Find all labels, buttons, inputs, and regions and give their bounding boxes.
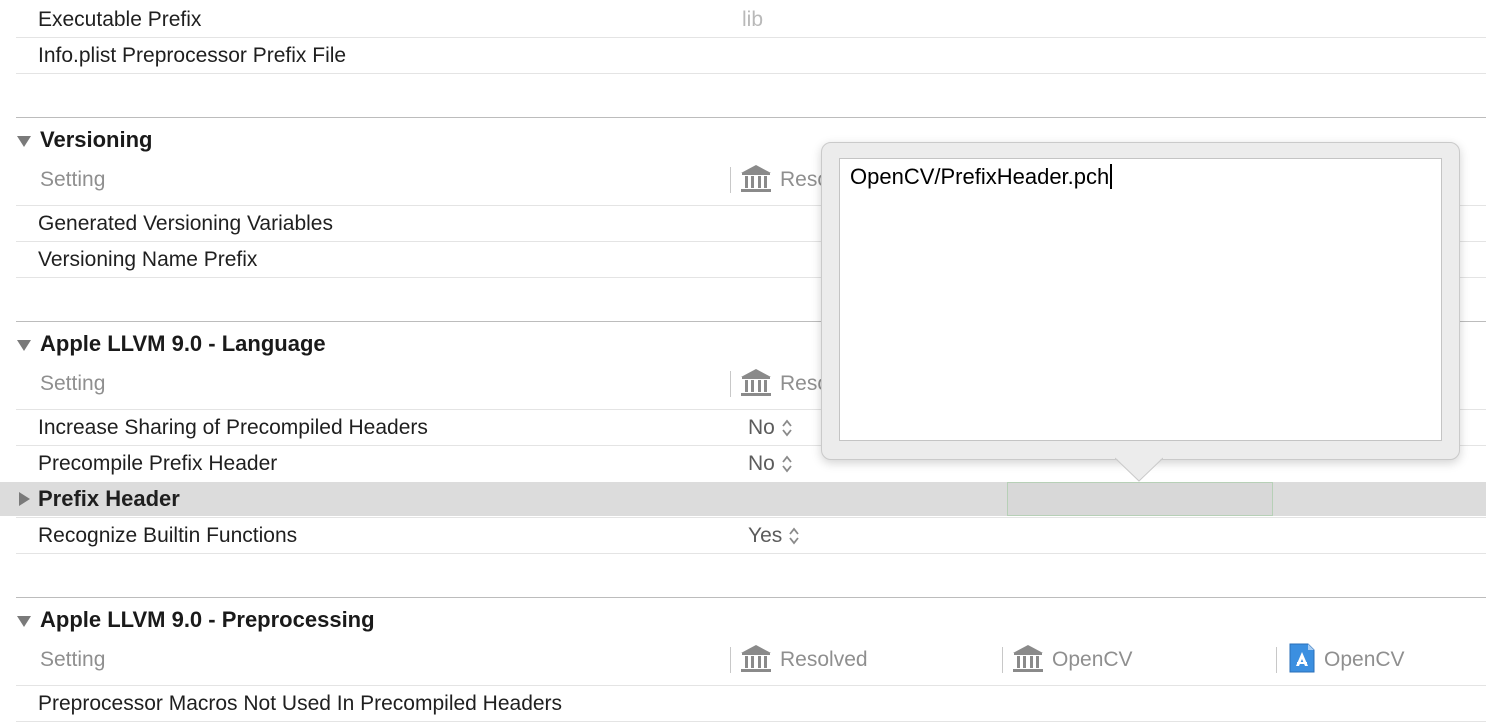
section-divider — [16, 597, 1486, 598]
text-caret — [1110, 164, 1113, 189]
column-separator — [730, 647, 731, 673]
setting-value-popup[interactable]: No — [748, 446, 793, 482]
setting-value-text: Yes — [748, 524, 783, 547]
setting-label: Executable Prefix — [38, 8, 202, 31]
popover-arrow — [1115, 457, 1163, 482]
column-header-resolved: Resolved — [780, 648, 868, 671]
prefix-header-popover: OpenCV/PrefixHeader.pch — [821, 142, 1460, 460]
setting-label: Precompile Prefix Header — [38, 452, 278, 475]
column-header-setting: Setting — [40, 372, 106, 395]
prefix-header-text-editor[interactable]: OpenCV/PrefixHeader.pch — [839, 158, 1442, 441]
setting-value-text: No — [748, 416, 775, 439]
section-divider — [16, 117, 1486, 118]
setting-value: lib — [742, 8, 764, 31]
resolved-building-icon — [741, 165, 771, 192]
disclosure-triangle-down-icon[interactable] — [16, 613, 32, 629]
section-title-llvm-preprocessing: Apple LLVM 9.0 - Preprocessing — [40, 607, 375, 632]
disclosure-triangle-right-icon[interactable] — [16, 491, 32, 507]
column-separator — [730, 371, 731, 397]
column-separator — [1002, 647, 1003, 673]
row-divider — [16, 721, 1486, 722]
setting-value-text: No — [748, 452, 775, 475]
column-separator — [730, 167, 731, 193]
section-title-versioning: Versioning — [40, 127, 153, 152]
project-building-icon — [1013, 645, 1043, 672]
section-title-llvm-language: Apple LLVM 9.0 - Language — [40, 331, 326, 356]
setting-row-recognize-builtin-functions[interactable]: Recognize Builtin Functions Yes — [0, 518, 1486, 554]
setting-label: Increase Sharing of Precompiled Headers — [38, 416, 428, 439]
setting-label: Prefix Header — [38, 486, 180, 511]
setting-label: Info.plist Preprocessor Prefix File — [38, 44, 347, 67]
setting-label: Versioning Name Prefix — [38, 248, 258, 271]
disclosure-triangle-down-icon[interactable] — [16, 133, 32, 149]
setting-row-info-plist-prefix-file[interactable]: Info.plist Preprocessor Prefix File — [0, 38, 1486, 74]
disclosure-triangle-down-icon[interactable] — [16, 337, 32, 353]
target-app-icon — [1289, 643, 1315, 673]
resolved-building-icon — [741, 645, 771, 672]
up-down-chevron-icon — [789, 528, 799, 545]
up-down-chevron-icon — [782, 456, 792, 473]
setting-value-popup[interactable]: Yes — [748, 518, 800, 554]
prefix-header-text: OpenCV/PrefixHeader.pch — [850, 164, 1110, 189]
row-divider — [16, 553, 1486, 554]
row-divider — [16, 73, 1486, 74]
column-header-setting: Setting — [40, 168, 106, 191]
column-header-target: OpenCV — [1324, 648, 1405, 671]
setting-label: Recognize Builtin Functions — [38, 524, 298, 547]
setting-label: Generated Versioning Variables — [38, 212, 333, 235]
column-header-project: OpenCV — [1052, 648, 1133, 671]
prefix-header-edit-cell[interactable] — [1007, 482, 1273, 516]
up-down-chevron-icon — [782, 420, 792, 437]
setting-row-executable-prefix[interactable]: Executable Prefix lib — [0, 2, 1486, 38]
resolved-building-icon — [741, 369, 771, 396]
setting-row-preprocessor-macros-not-used[interactable]: Preprocessor Macros Not Used In Precompi… — [0, 686, 1486, 722]
setting-value-popup[interactable]: No — [748, 410, 793, 446]
column-separator — [1276, 647, 1277, 673]
setting-label: Preprocessor Macros Not Used In Precompi… — [38, 692, 563, 715]
column-header-setting: Setting — [40, 648, 106, 671]
